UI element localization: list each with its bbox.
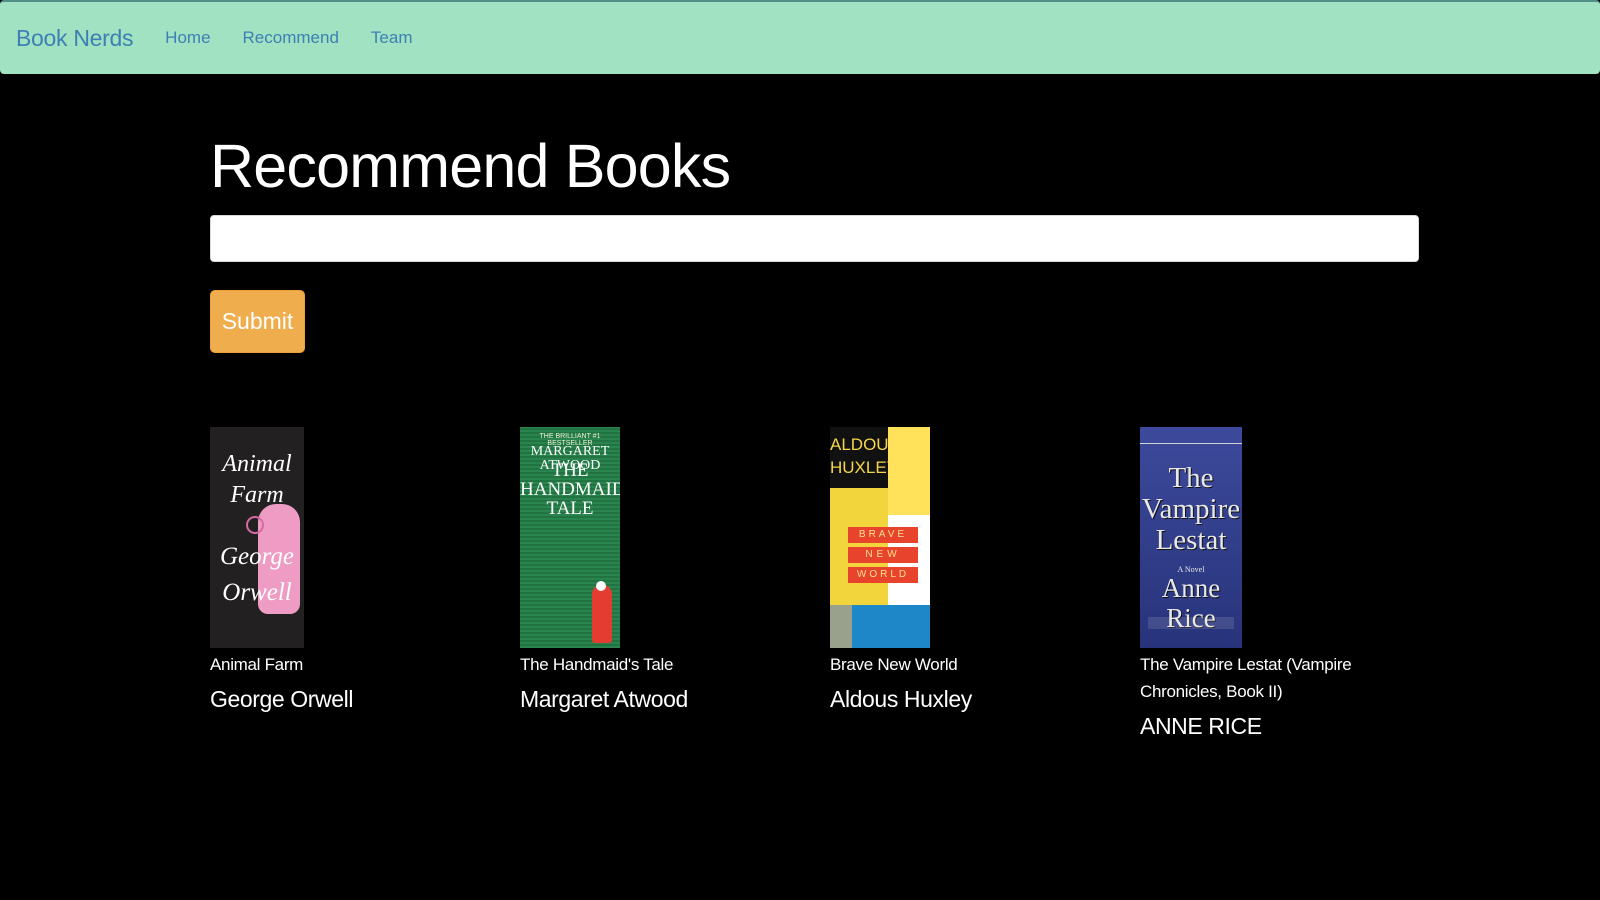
vampire-lestat-cover-image[interactable]: The Vampire Lestat A Novel Anne Rice [1140,427,1242,648]
book-card[interactable]: Animal Farm George Orwell Animal Farm Geor… [210,427,500,713]
book-author: Aldous Huxley [830,686,972,712]
handmaids-tale-cover-image[interactable]: THE BRILLIANT #1 BESTSELLER MARGARET ATW… [520,427,620,648]
book-search-input[interactable] [210,215,1419,263]
page-title: Recommend Books [210,132,731,200]
brave-new-world-cover-image[interactable]: ALDOUS HUXLEY BRAVE NEW WORLD [830,427,930,648]
brand-link[interactable]: Book Nerds [16,25,133,52]
book-card[interactable]: THE BRILLIANT #1 BESTSELLER MARGARET ATW… [520,427,810,713]
nav-home-link[interactable]: Home [165,28,210,48]
nav-recommend-link[interactable]: Recommend [243,28,339,48]
animal-farm-cover-image[interactable]: Animal Farm George Orwell [210,427,304,648]
recommend-section: Recommend Books Submit [210,132,1420,354]
book-author: ANNE RICE [1140,713,1262,739]
book-card[interactable]: ALDOUS HUXLEY BRAVE NEW WORLD Brave New W… [830,427,1120,713]
book-card[interactable]: The Vampire Lestat A Novel Anne Rice The V… [1140,427,1430,740]
book-title: Animal Farm [210,655,304,674]
book-author: George Orwell [210,686,354,712]
navbar: Book Nerds Home Recommend Team [0,0,1600,74]
nav-team-link[interactable]: Team [371,28,413,48]
book-author: Margaret Atwood [520,686,688,712]
book-title: The Vampire Lestat (Vampire Chronicles, … [1140,655,1352,701]
book-results: Animal Farm George Orwell Animal Farm Geor… [210,427,1420,757]
book-title: Brave New World [830,655,958,674]
submit-button[interactable]: Submit [210,290,305,354]
book-title: The Handmaid's Tale [520,655,674,674]
